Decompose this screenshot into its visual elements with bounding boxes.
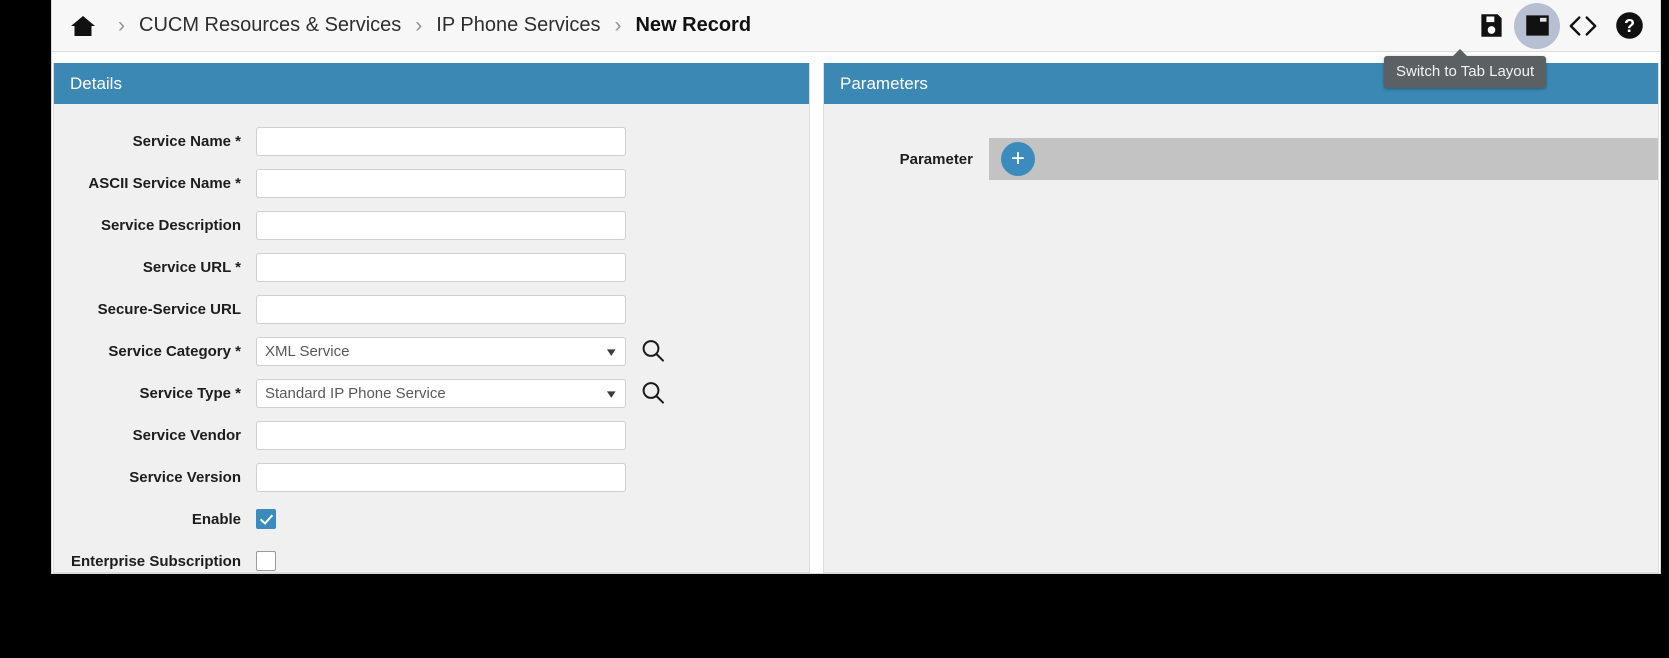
label-service-url: Service URL * — [142, 258, 241, 276]
label-secure-service-url: Secure-Service URL — [97, 300, 241, 318]
parameter-row: Parameter + — [824, 138, 1658, 180]
home-icon[interactable] — [68, 11, 98, 41]
field-service-type: Standard IP Phone Service ▾ — [256, 378, 668, 408]
form-row-service-version: Service Version — [54, 456, 809, 498]
service-type-select[interactable]: Standard IP Phone Service ▾ — [256, 378, 626, 408]
label-enable: Enable — [191, 510, 241, 528]
parameters-panel: Parameters Parameter + — [823, 63, 1659, 573]
breadcrumb: › CUCM Resources & Services › IP Phone S… — [68, 11, 1468, 41]
form-row-service-url: Service URL * — [54, 246, 809, 288]
form-row-enterprise-subscription: Enterprise Subscription — [54, 540, 809, 572]
breadcrumb-item-ip-phone-services[interactable]: IP Phone Services — [436, 14, 600, 37]
field-service-name — [256, 126, 626, 156]
label-enterprise-subscription: Enterprise Subscription — [70, 552, 241, 570]
screenshot-root: › CUCM Resources & Services › IP Phone S… — [0, 0, 1669, 658]
field-service-vendor — [256, 420, 626, 450]
service-url-input[interactable] — [256, 252, 626, 282]
breadcrumb-item-new-record: New Record — [635, 14, 752, 36]
details-panel-title: Details — [70, 73, 122, 93]
details-panel-header: Details — [54, 63, 809, 104]
label-service-type: Service Type * — [139, 384, 241, 402]
field-service-description — [256, 210, 626, 240]
parameters-panel-body: Parameter + — [824, 104, 1658, 180]
save-floppy-icon[interactable] — [1468, 3, 1514, 49]
chevron-down-icon: ▾ — [607, 385, 617, 401]
breadcrumb-separator-3: › — [614, 14, 622, 37]
add-parameter-button[interactable]: + — [1001, 142, 1035, 176]
service-category-select[interactable]: XML Service ▾ — [256, 336, 626, 366]
label-service-description: Service Description — [100, 216, 241, 234]
tab-layout-icon[interactable] — [1514, 2, 1560, 49]
field-service-url — [256, 252, 626, 282]
form-row-ascii-service-name: ASCII Service Name * — [54, 162, 809, 204]
field-enable — [256, 509, 276, 529]
form-row-service-type: Service Type * Standard IP Phone Service… — [54, 372, 809, 414]
label-service-version: Service Version — [129, 468, 241, 486]
breadcrumb-bar: › CUCM Resources & Services › IP Phone S… — [52, 0, 1660, 52]
panels-container: Details Service Name * ASCII Service Nam… — [52, 53, 1660, 573]
ascii-service-name-input[interactable] — [256, 168, 626, 198]
application-window: › CUCM Resources & Services › IP Phone S… — [52, 0, 1660, 573]
field-ascii-service-name — [256, 168, 626, 198]
form-row-secure-service-url: Secure-Service URL — [54, 288, 809, 330]
breadcrumb-separator-2: › — [415, 14, 423, 37]
service-category-value: XML Service — [265, 342, 350, 360]
enterprise-subscription-checkbox[interactable] — [256, 551, 276, 571]
svg-text:?: ? — [1623, 16, 1634, 36]
label-service-vendor: Service Vendor — [132, 426, 241, 444]
field-service-version — [256, 462, 626, 492]
details-panel: Details Service Name * ASCII Service Nam… — [53, 63, 810, 573]
label-service-name: Service Name * — [132, 132, 241, 150]
form-row-service-category: Service Category * XML Service ▾ — [54, 330, 809, 372]
service-description-input[interactable] — [256, 210, 626, 240]
field-service-category: XML Service ▾ — [256, 336, 668, 366]
service-type-search-icon[interactable] — [638, 378, 668, 408]
parameter-list-strip: + — [989, 138, 1658, 180]
service-version-input[interactable] — [256, 462, 626, 492]
secure-service-url-input[interactable] — [256, 294, 626, 324]
parameters-panel-title: Parameters — [840, 73, 928, 93]
chevron-down-icon: ▾ — [607, 343, 617, 359]
breadcrumb-item-cucm-resources-services[interactable]: CUCM Resources & Services — [139, 14, 401, 37]
toolbar: ? — [1468, 2, 1652, 49]
field-enterprise-subscription — [256, 551, 276, 571]
help-question-icon[interactable]: ? — [1606, 3, 1652, 49]
details-panel-body: Service Name * ASCII Service Name * Serv… — [54, 104, 809, 572]
tooltip-switch-to-tab-layout: Switch to Tab Layout — [1384, 49, 1547, 88]
form-row-service-name: Service Name * — [54, 120, 809, 162]
service-name-input[interactable] — [256, 126, 626, 156]
service-type-value: Standard IP Phone Service — [265, 384, 446, 402]
service-category-search-icon[interactable] — [638, 336, 668, 366]
field-secure-service-url — [256, 294, 626, 324]
code-brackets-icon[interactable] — [1560, 3, 1606, 49]
label-parameter: Parameter — [899, 150, 973, 168]
form-row-service-vendor: Service Vendor — [54, 414, 809, 456]
label-service-category: Service Category * — [108, 342, 241, 360]
label-ascii-service-name: ASCII Service Name * — [88, 174, 241, 192]
form-row-enable: Enable — [54, 498, 809, 540]
enable-checkbox[interactable] — [256, 509, 276, 529]
breadcrumb-separator-1: › — [118, 14, 125, 37]
form-row-service-description: Service Description — [54, 204, 809, 246]
service-vendor-input[interactable] — [256, 420, 626, 450]
